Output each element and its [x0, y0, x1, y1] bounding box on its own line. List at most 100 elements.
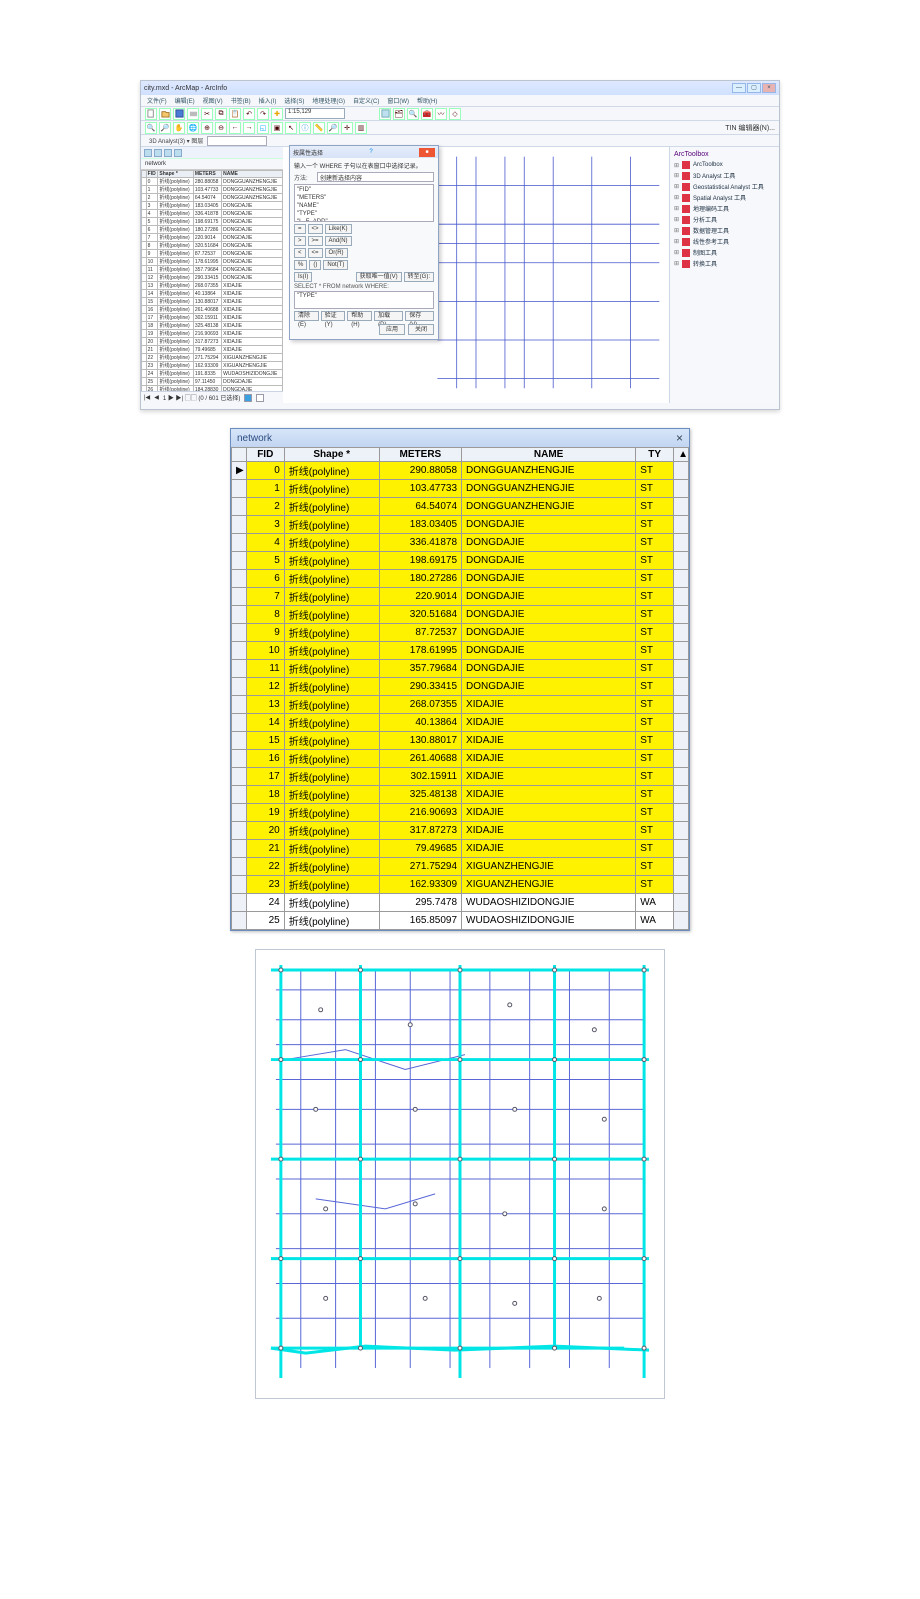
- table-row[interactable]: 8折线(polyline)320.51684DONGDAJIEST: [232, 606, 689, 624]
- expand-icon[interactable]: ⊞: [674, 238, 679, 245]
- full-extent-icon[interactable]: 🌐: [187, 122, 199, 134]
- op-button[interactable]: And(N): [325, 236, 352, 246]
- find-icon[interactable]: 🔎: [327, 122, 339, 134]
- op-button[interactable]: Like(K): [325, 224, 352, 234]
- close-button[interactable]: ×: [762, 83, 776, 93]
- zoom-out-icon[interactable]: 🔎: [159, 122, 171, 134]
- toolbox-item[interactable]: ⊞3D Analyst 工具: [674, 170, 775, 181]
- table-row[interactable]: 10折线(polyline)178.61995DONGDAJIEST: [232, 642, 689, 660]
- catalog-icon[interactable]: 🗂: [393, 108, 405, 120]
- field-item[interactable]: "NAME": [297, 202, 431, 210]
- expand-icon[interactable]: ⊞: [674, 260, 679, 267]
- menu-item[interactable]: 视图(V): [203, 96, 223, 105]
- paste-icon[interactable]: 📋: [229, 108, 241, 120]
- undo-icon[interactable]: ↶: [243, 108, 255, 120]
- op-button[interactable]: <: [294, 248, 306, 258]
- table-row[interactable]: 23折线(polyline)162.93309XIGUANZHENGJIEST: [232, 876, 689, 894]
- copy-icon[interactable]: ⧉: [215, 108, 227, 120]
- expand-icon[interactable]: ⊞: [674, 249, 679, 256]
- expand-icon[interactable]: ⊞: [674, 183, 679, 190]
- maximize-button[interactable]: ▢: [747, 83, 761, 93]
- toolbox-item[interactable]: ⊞线性参考工具: [674, 236, 775, 247]
- apply-button[interactable]: 应用: [379, 324, 405, 335]
- mini-attr-table[interactable]: FIDShape *METERSNAME 0折线(polyline)280.88…: [141, 169, 283, 391]
- attribute-table[interactable]: FIDShape *METERSNAMETY▲▶0折线(polyline)290…: [231, 447, 689, 930]
- python-icon[interactable]: 〰: [435, 108, 447, 120]
- clear-selection-icon[interactable]: ▣: [271, 122, 283, 134]
- table-row[interactable]: 2折线(polyline)64.54074DONGGUANZHENGJIEST: [232, 498, 689, 516]
- selected-only-icon[interactable]: [244, 394, 252, 402]
- print-icon[interactable]: [187, 108, 199, 120]
- op-button[interactable]: Or(R): [325, 248, 348, 258]
- goto-button[interactable]: 转至(G):: [404, 272, 434, 282]
- table-row[interactable]: 13折线(polyline)268.07355XIDAJIEST: [232, 696, 689, 714]
- expand-icon[interactable]: ⊞: [674, 162, 679, 169]
- table-row[interactable]: 14折线(polyline)40.13864XIDAJIEST: [232, 714, 689, 732]
- fixed-zoom-in-icon[interactable]: ⊕: [201, 122, 213, 134]
- op-button[interactable]: <>: [308, 224, 323, 234]
- unique-values-button[interactable]: 获取唯一值(V): [356, 272, 402, 282]
- open-icon[interactable]: [159, 108, 171, 120]
- dialog-button[interactable]: 保存(V)...: [405, 311, 434, 321]
- dialog-button[interactable]: 清除(E): [294, 311, 319, 321]
- xy-icon[interactable]: ✛: [341, 122, 353, 134]
- analyst-label[interactable]: 3D Analyst(3) ▾ 图层: [149, 136, 203, 145]
- field-item[interactable]: "TYPE": [297, 210, 431, 218]
- identify-icon[interactable]: ⓘ: [299, 122, 311, 134]
- method-dropdown[interactable]: 创建新选择内容: [317, 172, 434, 182]
- model-icon[interactable]: ◇: [449, 108, 461, 120]
- op-button[interactable]: %: [294, 260, 307, 270]
- op-button[interactable]: <=: [308, 248, 323, 258]
- select-elements-icon[interactable]: ↖: [285, 122, 297, 134]
- new-icon[interactable]: [145, 108, 157, 120]
- analyst-layer-dropdown[interactable]: [207, 136, 267, 146]
- toolbox-item[interactable]: ⊞制图工具: [674, 247, 775, 258]
- table-row[interactable]: ▶0折线(polyline)290.88058DONGGUANZHENGJIES…: [232, 462, 689, 480]
- zoom-in-icon[interactable]: 🔍: [145, 122, 157, 134]
- field-item[interactable]: "FID": [297, 186, 431, 194]
- dialog-close-button[interactable]: ■: [419, 148, 435, 157]
- table-row[interactable]: 21折线(polyline)79.49685XIDAJIEST: [232, 840, 689, 858]
- menu-item[interactable]: 地理处理(G): [312, 96, 345, 105]
- table-row[interactable]: 6折线(polyline)180.27286DONGDAJIEST: [232, 570, 689, 588]
- forward-icon[interactable]: →: [243, 122, 255, 134]
- field-item[interactable]: "L_F_ADD": [297, 218, 431, 222]
- table-row[interactable]: 22折线(polyline)271.75294XIGUANZHENGJIEST: [232, 858, 689, 876]
- fields-list[interactable]: "FID""METERS""NAME""TYPE""L_F_ADD": [294, 184, 434, 222]
- minimize-button[interactable]: —: [732, 83, 746, 93]
- arctoolbox-pane[interactable]: ArcToolbox ⊞ ArcToolbox ⊞3D Analyst 工具⊞G…: [669, 147, 779, 403]
- tin-editor-label[interactable]: TIN 编辑器(N)...: [725, 123, 775, 133]
- table-row[interactable]: 7折线(polyline)220.9014DONGDAJIEST: [232, 588, 689, 606]
- where-textarea[interactable]: "TYPE": [294, 291, 434, 309]
- table-row[interactable]: 3折线(polyline)183.03405DONGDAJIEST: [232, 516, 689, 534]
- toolbox-item[interactable]: ⊞分析工具: [674, 214, 775, 225]
- toolbox-item[interactable]: ⊞数据管理工具: [674, 225, 775, 236]
- menu-item[interactable]: 选择(S): [284, 96, 304, 105]
- scale-box[interactable]: 1:15,129: [285, 108, 345, 119]
- toolbox-item[interactable]: ⊞Geostatistical Analyst 工具: [674, 181, 775, 192]
- pan-icon[interactable]: ✋: [173, 122, 185, 134]
- table-row[interactable]: 11折线(polyline)357.79684DONGDAJIEST: [232, 660, 689, 678]
- dialog-button[interactable]: 帮助(H): [347, 311, 372, 321]
- attr-close-button[interactable]: ×: [676, 431, 683, 445]
- measure-icon[interactable]: 📏: [313, 122, 325, 134]
- table-row[interactable]: 9折线(polyline)87.72537DONGDAJIEST: [232, 624, 689, 642]
- expand-icon[interactable]: ⊞: [674, 227, 679, 234]
- table-row[interactable]: 20折线(polyline)317.87273XIDAJIEST: [232, 822, 689, 840]
- table-row[interactable]: 19折线(polyline)216.90693XIDAJIEST: [232, 804, 689, 822]
- expand-icon[interactable]: ⊞: [674, 216, 679, 223]
- arctoolbox-root[interactable]: ⊞ ArcToolbox: [674, 160, 775, 170]
- back-icon[interactable]: ←: [229, 122, 241, 134]
- toolbox-item[interactable]: ⊞Spatial Analyst 工具: [674, 192, 775, 203]
- table-row[interactable]: 5折线(polyline)198.69175DONGDAJIEST: [232, 552, 689, 570]
- save-icon[interactable]: [173, 108, 185, 120]
- menu-item[interactable]: 窗口(W): [387, 96, 409, 105]
- op-button[interactable]: >: [294, 236, 306, 246]
- toc-layer[interactable]: network: [141, 159, 283, 169]
- menu-item[interactable]: 自定义(C): [353, 96, 379, 105]
- time-slider-icon[interactable]: ▥: [355, 122, 367, 134]
- menu-item[interactable]: 文件(F): [147, 96, 167, 105]
- redo-icon[interactable]: ↷: [257, 108, 269, 120]
- menu-item[interactable]: 帮助(H): [417, 96, 437, 105]
- field-item[interactable]: "METERS": [297, 194, 431, 202]
